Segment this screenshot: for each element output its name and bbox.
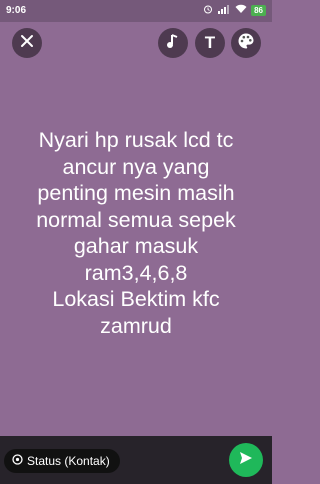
message-line: Lokasi Bektim kfc — [52, 287, 220, 311]
status-message-text[interactable]: Nyari hp rusak lcd tc ancur nya yang pen… — [14, 127, 258, 339]
status-bar: 9:06 86 — [0, 0, 272, 22]
contacts-privacy-icon — [12, 454, 23, 468]
message-line: ancur nya yang — [62, 154, 210, 179]
battery-indicator: 86 — [251, 4, 266, 16]
send-icon — [238, 450, 254, 471]
color-palette-button[interactable] — [231, 28, 261, 58]
message-line: normal semua sepek — [36, 207, 236, 232]
alarm-icon — [203, 4, 213, 16]
message-line: Nyari hp rusak lcd tc — [38, 128, 234, 152]
close-icon — [20, 34, 34, 53]
send-button[interactable] — [229, 443, 263, 477]
clock: 9:06 — [6, 5, 27, 16]
message-line: gahar masuk — [73, 234, 199, 258]
music-button[interactable] — [158, 28, 188, 58]
message-line: ram3,4,6,8 — [84, 260, 188, 285]
message-line: zamrud — [100, 313, 172, 338]
text-style-button[interactable]: T — [195, 28, 225, 58]
music-note-icon — [166, 33, 180, 54]
status-privacy-button[interactable]: Status (Kontak) — [4, 449, 120, 473]
palette-icon — [237, 32, 255, 55]
close-button[interactable] — [12, 28, 42, 58]
status-privacy-label: Status (Kontak) — [27, 454, 110, 468]
message-line: penting mesin masih — [37, 181, 235, 205]
wifi-icon — [235, 4, 247, 16]
text-style-label: T — [204, 33, 216, 52]
status-icons: 86 — [203, 4, 266, 16]
signal-icon — [217, 4, 231, 16]
